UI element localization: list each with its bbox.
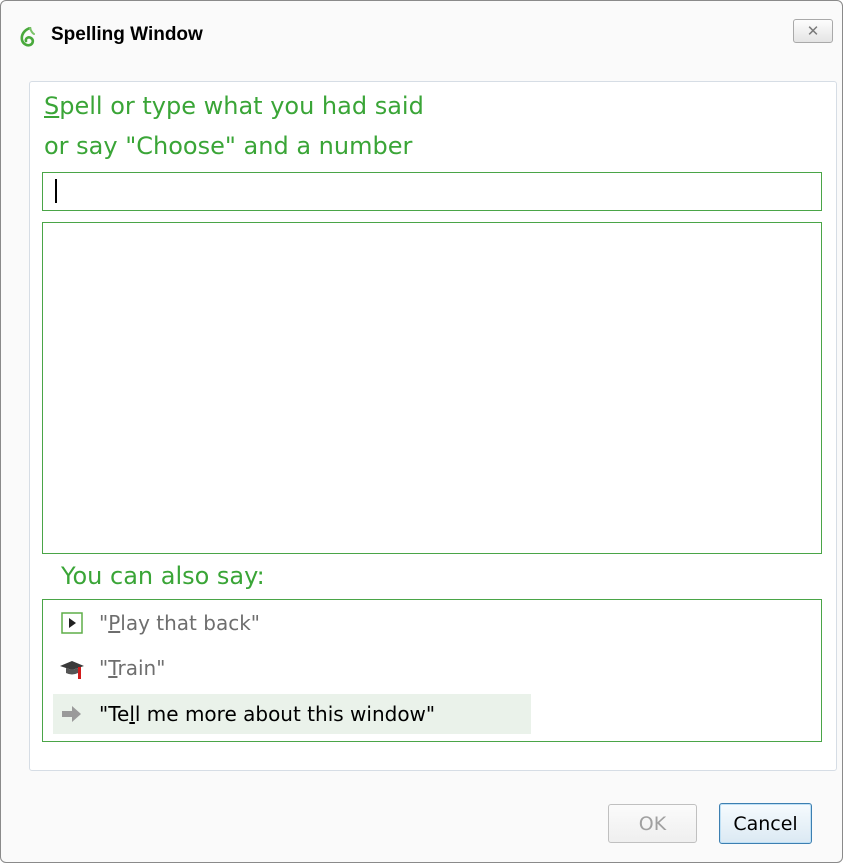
mnemonic-letter: S bbox=[44, 92, 60, 120]
command-label-end: lay that back" bbox=[120, 611, 260, 635]
arrow-right-icon bbox=[59, 701, 85, 727]
command-label-start: " bbox=[99, 611, 109, 635]
instruction-line-1: Spell or type what you had said bbox=[44, 92, 424, 120]
command-label-end: l me more about this window" bbox=[134, 702, 436, 726]
also-say-label: You can also say: bbox=[61, 562, 265, 590]
mnemonic-letter: P bbox=[108, 611, 121, 635]
instruction-text: pell or type what you had said bbox=[59, 92, 424, 120]
title-bar: Spelling Window ✕ bbox=[1, 1, 842, 71]
command-train[interactable]: "Train" bbox=[53, 648, 353, 688]
cancel-button[interactable]: Cancel bbox=[719, 803, 812, 844]
choices-list[interactable] bbox=[42, 222, 822, 554]
close-button[interactable]: ✕ bbox=[793, 19, 833, 43]
command-label-end: rain" bbox=[117, 656, 166, 680]
dragon-app-icon bbox=[19, 26, 37, 47]
text-caret bbox=[55, 179, 57, 203]
ok-button[interactable]: OK bbox=[608, 804, 697, 843]
spelling-window: Spelling Window ✕ Spell or type what you… bbox=[0, 0, 843, 863]
spell-input[interactable] bbox=[42, 172, 822, 211]
command-play-that-back[interactable]: "Play that back" bbox=[53, 603, 353, 643]
command-list: "Play that back" "Train" "Tell me more a… bbox=[42, 599, 822, 742]
window-title: Spelling Window bbox=[51, 24, 203, 45]
command-label-start: "Te bbox=[99, 702, 130, 726]
command-tell-me-more[interactable]: "Tell me more about this window" bbox=[53, 694, 531, 734]
instruction-line-2: or say "Choose" and a number bbox=[44, 132, 413, 160]
command-label-start: " bbox=[99, 656, 109, 680]
close-icon: ✕ bbox=[806, 22, 820, 40]
play-icon bbox=[59, 610, 85, 636]
graduation-cap-icon bbox=[59, 655, 85, 681]
